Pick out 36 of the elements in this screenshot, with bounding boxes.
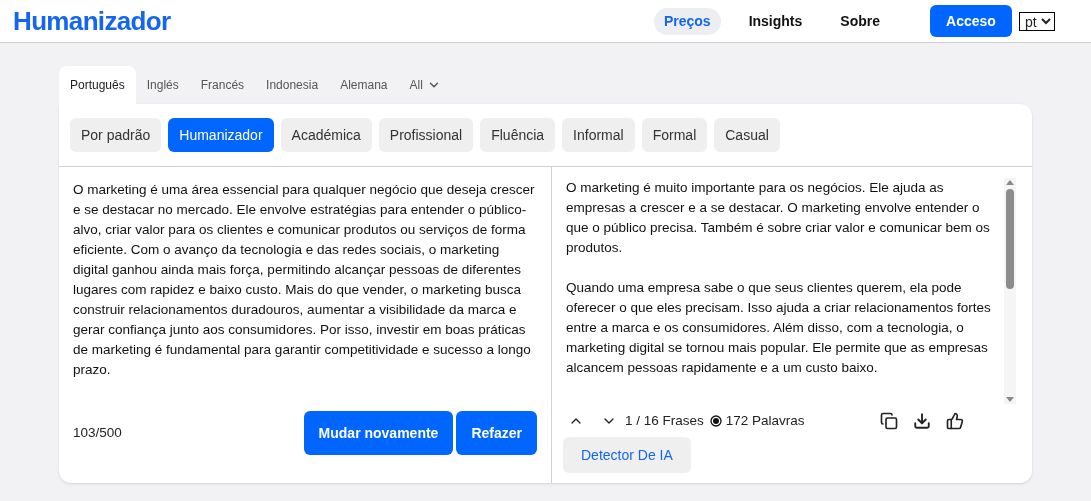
mode-button[interactable]: Profissional — [378, 118, 474, 152]
action-button[interactable]: Refazer — [456, 411, 537, 455]
language-tab[interactable]: Francés — [189, 66, 256, 104]
mode-button[interactable]: Por padrão — [70, 118, 162, 152]
output-paragraph: O marketing é muito importante para os negócios. Ele ajuda as empresas a crescer e a se destacar. O marketing envolve entender o que o público precisa. Também é sobre criar valor e comunicar bem os produtos. — [566, 179, 991, 257]
nav-link[interactable]: Sobre — [830, 7, 890, 35]
language-tab[interactable]: Inglés — [135, 66, 190, 104]
mode-button[interactable]: Humanizador — [168, 118, 274, 152]
scroll-up-icon[interactable] — [1006, 180, 1014, 185]
thumbs-up-icon[interactable] — [946, 412, 964, 430]
action-button[interactable]: Mudar novamente — [303, 411, 454, 455]
word-counter: 172 Palavras — [725, 411, 805, 430]
output-paragraph: Quando uma empresa sabe o que seus clientes querem, ela pode oferecer o que eles precisam. Isso ajuda a criar relacionamentos fortes entre a marca e os consumidores. Além disso, com a tecnologia, o marketing digital se tornou mais popular. Ele permite que as empresas alcancem pessoas rapidamente e a um custo baixo. — [566, 279, 992, 377]
input-text[interactable]: O marketing é uma área essencial para qualquer negócio que deseja crescer e se destacar no mercado. Ele envolve estratégias para entender o público-alvo, criar valor para os clientes e comunicar produtos ou serviços de forma eficiente. Com o avanço da tecnologia e das redes sociais, o marketing digital ganhou ainda mais força, permitindo alcançar pessoas de diferentes lugares com rapidez e baixo custo. Mais do que vender, o marketing busca construir relacionamentos duradouros, aumentar a visibilidade da marca e gerar confiança junto aos consumidores. Por isso, investir em boas práticas de marketing é fundamental para garantir competitividade e sucesso a longo prazo. — [73, 180, 537, 400]
language-tab[interactable]: Indonesia — [255, 66, 330, 104]
mode-button[interactable]: Académica — [280, 118, 372, 152]
mode-button[interactable]: Formal — [641, 118, 708, 152]
sentence-counter: 1 / 16 Frases — [625, 411, 704, 430]
mode-button[interactable]: Informal — [562, 118, 635, 152]
character-counter: 103/500 — [73, 423, 122, 442]
language-tab[interactable]: All — [398, 66, 452, 104]
login-button[interactable]: Acceso — [930, 5, 1012, 37]
language-tab[interactable]: Português — [59, 66, 136, 104]
nav-link[interactable]: Insights — [738, 7, 813, 35]
download-icon[interactable] — [913, 412, 931, 430]
mode-button[interactable]: Casual — [714, 118, 780, 152]
logo[interactable]: Humanizador — [13, 1, 171, 41]
radio-dot-icon — [709, 415, 722, 427]
scrollbar[interactable] — [1004, 178, 1016, 404]
detector-button[interactable]: Detector De IA — [563, 437, 691, 473]
scroll-down-icon[interactable] — [1006, 397, 1014, 402]
copy-icon[interactable] — [880, 412, 898, 430]
language-tab[interactable]: Alemana — [329, 66, 399, 104]
language-select[interactable]: pt — [1019, 11, 1055, 31]
nav-link[interactable]: Preços — [653, 7, 721, 35]
mode-button[interactable]: Fluência — [480, 118, 556, 152]
